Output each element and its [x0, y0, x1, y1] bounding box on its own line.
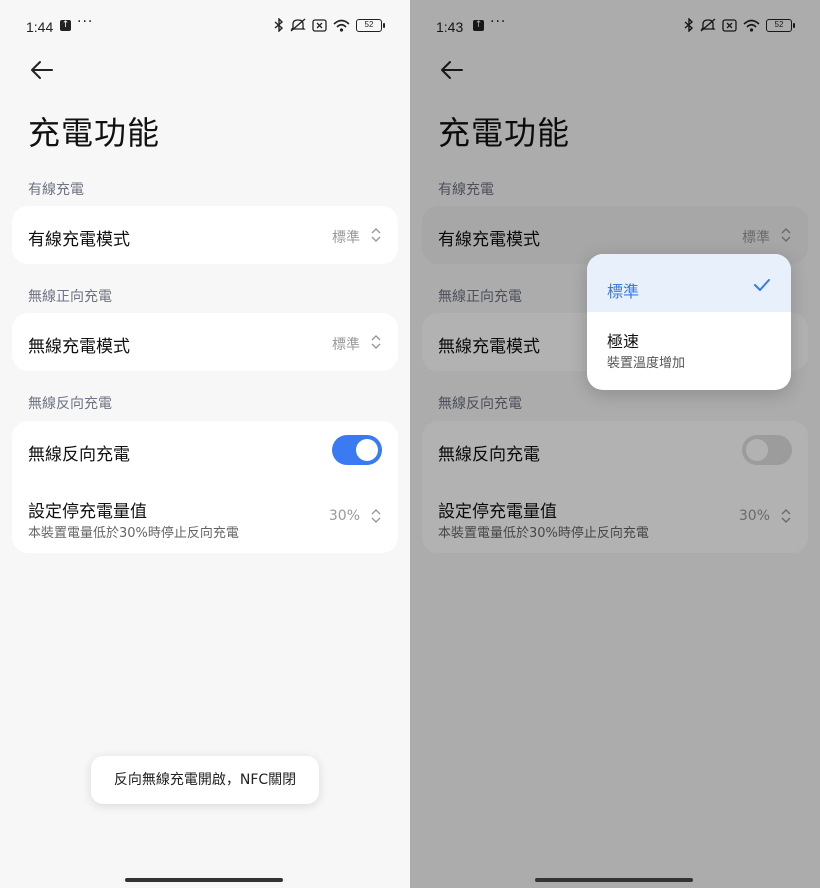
more-notifications-icon: ··· [77, 14, 94, 30]
row-label: 無線反向充電 [28, 445, 130, 465]
section-label-wired: 有線充電 [28, 182, 84, 198]
settings-screen-right: 1:43 ↑ ··· 52 充電功能 有線充電 有線充電模式 標準 無線正向充電… [410, 0, 820, 888]
back-arrow-icon[interactable] [28, 56, 56, 84]
card-wired: 有線充電模式 標準 [12, 206, 398, 264]
row-sublabel: 本裝置電量低於30%時停止反向充電 [28, 526, 239, 541]
wireless-charging-mode-row[interactable]: 無線充電模式 標準 [12, 313, 398, 371]
option-sublabel: 裝置溫度增加 [607, 356, 686, 371]
home-indicator[interactable] [125, 878, 283, 882]
toast-message: 反向無線充電開啟，NFC關閉 [91, 756, 319, 804]
no-sim-icon [312, 18, 327, 32]
card-wireless-forward: 無線充電模式 標準 [12, 313, 398, 371]
row-value: 標準 [332, 230, 360, 246]
chevron-updown-icon [371, 228, 381, 242]
page-title: 充電功能 [28, 114, 161, 152]
row-label: 無線充電模式 [28, 337, 130, 357]
checkmark-icon [754, 279, 770, 291]
option-label: 標準 [607, 282, 640, 301]
section-label-wireless-reverse: 無線反向充電 [28, 396, 112, 412]
row-label: 設定停充電量值 [28, 502, 147, 522]
battery-icon: 52 [356, 18, 385, 32]
row-label: 有線充電模式 [28, 230, 130, 250]
option-label: 極速 [607, 332, 640, 351]
mute-icon [290, 18, 306, 32]
option-fast[interactable]: 極速 裝置溫度增加 [587, 312, 791, 390]
upload-notification-icon: ↑ [60, 20, 71, 31]
section-label-wireless-forward: 無線正向充電 [28, 289, 112, 305]
row-value: 標準 [332, 337, 360, 353]
reverse-charging-toggle[interactable] [332, 435, 382, 465]
status-icons: 52 [274, 17, 385, 33]
settings-screen-left: 1:44 ↑ ··· 52 充電功能 有線充電 有線充電模式 標準 無線正向充電… [0, 0, 410, 888]
stop-charge-threshold-row[interactable]: 設定停充電量值 本裝置電量低於30%時停止反向充電 30% [12, 483, 398, 553]
status-bar: 1:44 ↑ ··· 52 [0, 0, 410, 50]
home-indicator[interactable] [535, 878, 693, 882]
chevron-updown-icon [371, 335, 381, 349]
toggle-knob [356, 439, 378, 461]
reverse-charging-row: 無線反向充電 [12, 421, 398, 479]
option-standard[interactable]: 標準 [587, 254, 791, 312]
wired-charging-mode-row[interactable]: 有線充電模式 標準 [12, 206, 398, 264]
charging-mode-dropdown: 標準 極速 裝置溫度增加 [587, 254, 791, 390]
chevron-updown-icon [371, 509, 381, 523]
wifi-icon [333, 19, 350, 32]
card-wireless-reverse: 無線反向充電 設定停充電量值 本裝置電量低於30%時停止反向充電 30% [12, 421, 398, 553]
bluetooth-icon [274, 18, 284, 32]
modal-scrim[interactable] [410, 0, 820, 888]
row-value: 30% [328, 508, 360, 524]
status-time: 1:44 [26, 19, 54, 35]
